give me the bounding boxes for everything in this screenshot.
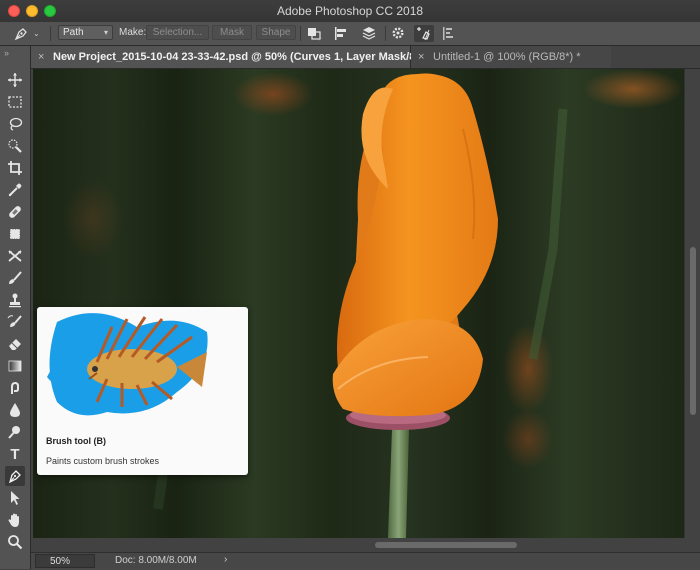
- healing-brush-tool[interactable]: [5, 202, 25, 222]
- lasso-tool[interactable]: [5, 114, 25, 134]
- content-aware-move-tool[interactable]: [5, 246, 25, 266]
- brush-tooltip-illustration: [47, 313, 208, 416]
- bandage-icon: [9, 206, 21, 218]
- divider: [50, 26, 51, 41]
- blur-icon: [10, 403, 20, 417]
- hand-icon: [8, 513, 19, 527]
- tools-panel: ›› T: [0, 46, 31, 569]
- path-arrangement-button[interactable]: [360, 25, 378, 42]
- align-edges-icon: [443, 27, 453, 40]
- move-tool[interactable]: [5, 70, 25, 90]
- make-mask-button[interactable]: Mask: [212, 25, 252, 40]
- tab-label: New Project_2015-10-04 23-33-42.psd @ 50…: [53, 51, 427, 63]
- stamp-icon: [9, 293, 21, 308]
- pen-tool[interactable]: [5, 466, 25, 486]
- status-menu-arrow[interactable]: ›: [224, 554, 227, 565]
- smudge-tool[interactable]: [5, 378, 25, 398]
- pen-mode-value: Path: [63, 27, 84, 38]
- clone-stamp-tool[interactable]: [5, 290, 25, 310]
- divider: [385, 26, 386, 41]
- tab-label: Untitled-1 @ 100% (RGB/8*) *: [433, 51, 581, 63]
- title-bar: Adobe Photoshop CC 2018: [0, 0, 700, 23]
- horizontal-scroll-thumb[interactable]: [375, 542, 517, 548]
- tool-tooltip: Brush tool (B) Paints custom brush strok…: [37, 307, 248, 475]
- vertical-scroll-thumb[interactable]: [690, 247, 696, 415]
- horizontal-scrollbar[interactable]: [235, 538, 684, 552]
- brush-tool[interactable]: [5, 268, 25, 288]
- document-tabs: × New Project_2015-10-04 23-33-42.psd @ …: [31, 46, 700, 69]
- gear-icon: [392, 27, 404, 39]
- close-icon[interactable]: ×: [38, 46, 44, 68]
- align-left-icon: [335, 27, 346, 40]
- options-bar: ⌄ Path ▾ Make: Selection... Mask Shape: [0, 22, 700, 46]
- settings-button[interactable]: [390, 25, 408, 42]
- tab-new-project[interactable]: × New Project_2015-10-04 23-33-42.psd @ …: [31, 46, 426, 68]
- smudge-icon: [11, 381, 19, 394]
- chevron-down-icon: ⌄: [33, 29, 40, 38]
- brush-icon: [9, 271, 22, 284]
- divider: [300, 26, 301, 41]
- eyedropper-icon: [8, 183, 22, 197]
- tab-untitled-1[interactable]: × Untitled-1 @ 100% (RGB/8*) *: [411, 46, 611, 68]
- quick-selection-icon: [8, 139, 22, 153]
- eyedropper-tool[interactable]: [5, 180, 25, 200]
- arrow-icon: [11, 491, 20, 505]
- pen-icon: [14, 28, 27, 41]
- lasso-icon: [9, 117, 23, 131]
- zoom-level-field[interactable]: 50%: [35, 554, 95, 568]
- gradient-icon: [8, 360, 22, 372]
- cross-arrows-icon: [8, 250, 22, 262]
- path-operations-button[interactable]: [305, 25, 323, 42]
- tooltip-description: Paints custom brush strokes: [46, 456, 160, 466]
- type-tool[interactable]: T: [5, 444, 25, 464]
- patch-icon: [9, 228, 21, 240]
- status-bar: 50% Doc: 8.00M/8.00M ›: [31, 552, 700, 570]
- collapse-panel-button[interactable]: ››: [4, 48, 9, 58]
- patch-tool[interactable]: [5, 224, 25, 244]
- eraser-tool[interactable]: [5, 334, 25, 354]
- document-size-info: Doc: 8.00M/8.00M: [115, 555, 197, 566]
- zoom-tool[interactable]: [5, 532, 25, 552]
- auto-add-delete-icon: [417, 27, 430, 41]
- tool-preset-picker[interactable]: ⌄: [12, 25, 42, 42]
- vertical-scrollbar[interactable]: [684, 69, 700, 538]
- marquee-tool[interactable]: [5, 92, 25, 112]
- history-brush-tool[interactable]: [5, 312, 25, 332]
- pen-mode-select[interactable]: Path ▾: [58, 25, 113, 40]
- window-title: Adobe Photoshop CC 2018: [276, 4, 424, 18]
- blur-tool[interactable]: [5, 400, 25, 420]
- quick-selection-tool[interactable]: [5, 136, 25, 156]
- magnifier-icon: [8, 535, 23, 550]
- crop-tool[interactable]: [5, 158, 25, 178]
- tooltip-title: Brush tool (B): [46, 436, 106, 446]
- close-icon[interactable]: ×: [418, 46, 424, 68]
- hand-tool[interactable]: [5, 510, 25, 530]
- auto-add-delete-toggle[interactable]: [414, 25, 434, 42]
- gradient-tool[interactable]: [5, 356, 25, 376]
- path-operations-icon: [308, 28, 322, 41]
- pen-icon: [8, 470, 21, 484]
- eraser-icon: [9, 339, 21, 350]
- path-selection-tool[interactable]: [5, 488, 25, 508]
- path-alignment-button[interactable]: [332, 25, 350, 42]
- crop-icon: [8, 161, 22, 175]
- dodge-tool[interactable]: [5, 422, 25, 442]
- history-brush-icon: [7, 315, 22, 327]
- dodge-icon: [8, 426, 20, 439]
- make-selection-button[interactable]: Selection...: [146, 25, 209, 40]
- marquee-icon: [8, 96, 22, 108]
- chevron-down-icon: ▾: [103, 28, 108, 37]
- align-edges-button[interactable]: [440, 25, 458, 42]
- type-icon: T: [10, 445, 20, 463]
- stack-layers-icon: [362, 27, 376, 40]
- make-label: Make:: [119, 27, 147, 38]
- move-icon: [8, 73, 22, 87]
- make-shape-button[interactable]: Shape: [256, 25, 296, 40]
